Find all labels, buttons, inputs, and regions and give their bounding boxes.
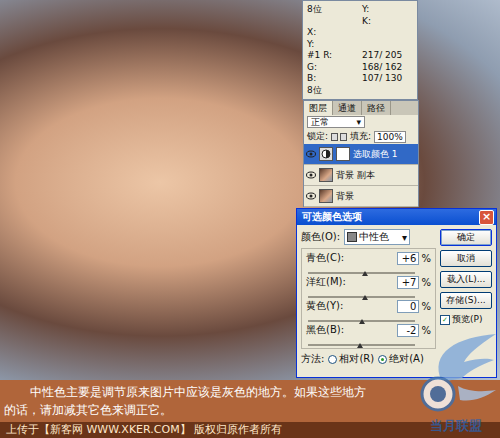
- value-field[interactable]: +7: [397, 276, 419, 289]
- blend-select[interactable]: 正常▾: [307, 116, 365, 128]
- info-value: [362, 39, 413, 51]
- info-panel: 8位Y:K:X:Y:#1 R:217/ 205G:168/ 162B:107/ …: [302, 0, 418, 100]
- slider-thumb[interactable]: [359, 319, 365, 324]
- method-radio[interactable]: 绝对(A): [378, 352, 424, 366]
- color-row: 颜色(O):中性色▾: [301, 229, 436, 245]
- layer-row[interactable]: 背景: [304, 186, 418, 207]
- info-value: Y:: [362, 4, 413, 16]
- slider-group: 青色(C):+6%洋红(M):+7%黄色(Y):0%黑色(B):-2%: [301, 248, 436, 349]
- value-field[interactable]: +6: [397, 252, 419, 265]
- unit: %: [421, 277, 431, 288]
- slider-row: 洋红(M):+7%: [306, 275, 431, 298]
- panel-tab[interactable]: 路径: [362, 101, 391, 115]
- layer-thumbnail: [319, 168, 333, 182]
- layer-name: 背景: [336, 190, 354, 203]
- adjustment-icon: [321, 149, 331, 159]
- slider-thumb[interactable]: [362, 271, 368, 276]
- slider-label: 洋红(M):: [306, 275, 395, 289]
- dialog-button[interactable]: 取消: [440, 250, 492, 267]
- value-field[interactable]: 0: [397, 300, 419, 313]
- dialog-button[interactable]: 确定: [440, 229, 492, 246]
- info-label: 8位: [307, 4, 358, 16]
- eye-icon[interactable]: [306, 150, 316, 158]
- info-value: 107/ 130: [362, 73, 413, 85]
- footer: 上传于【新客网 WWW.XKER.COM】 版权归原作者所有: [0, 422, 500, 438]
- lock-row: 锁定:填充:100%: [304, 129, 418, 144]
- photo: 8位Y:K:X:Y:#1 R:217/ 205G:168/ 162B:107/ …: [0, 0, 500, 380]
- info-label: [307, 16, 358, 28]
- method-row: 方法:相对(R)绝对(A): [301, 352, 436, 366]
- panel-tab[interactable]: 通道: [333, 101, 362, 115]
- svg-text:当月联盟: 当月联盟: [430, 418, 482, 433]
- info-label: B:: [307, 73, 358, 85]
- layers-panel: 图层通道路径正常▾锁定:填充:100% 选取颜色 1 背景 副本背景: [303, 100, 419, 207]
- eye-icon[interactable]: [306, 171, 316, 179]
- page: 8位Y:K:X:Y:#1 R:217/ 205G:168/ 162B:107/ …: [0, 0, 500, 438]
- swatch-icon: [347, 232, 357, 242]
- slider-label: 黑色(B):: [306, 323, 395, 337]
- layer-name: 背景 副本: [336, 169, 375, 182]
- panel-tabs: 图层通道路径: [304, 101, 418, 115]
- layer-row[interactable]: 选取颜色 1: [304, 144, 418, 165]
- dropdown-icon: ▾: [356, 117, 361, 127]
- slider-track[interactable]: [308, 337, 415, 346]
- method-radio[interactable]: 相对(R): [328, 352, 374, 366]
- info-value: 168/ 162: [362, 62, 413, 74]
- close-button[interactable]: ×: [479, 210, 494, 225]
- panel-tab[interactable]: 图层: [304, 101, 333, 115]
- title-bar: 可选颜色选项 ×: [297, 209, 496, 225]
- dropdown-icon: ▾: [402, 232, 407, 243]
- layer-row[interactable]: 背景 副本: [304, 165, 418, 186]
- fill-field[interactable]: 100%: [374, 131, 406, 143]
- layer-thumbnail: [319, 147, 333, 161]
- lock-icon[interactable]: [331, 133, 347, 141]
- dialog-button[interactable]: 存储(S)...: [440, 292, 492, 309]
- color-select[interactable]: 中性色▾: [344, 229, 410, 245]
- eye-icon[interactable]: [306, 192, 316, 200]
- info-label: 8位: [307, 85, 358, 97]
- info-value: 217/ 205: [362, 50, 413, 62]
- layer-thumbnail: [319, 189, 333, 203]
- unit: %: [421, 301, 431, 312]
- layer-name: 选取颜色 1: [353, 148, 398, 161]
- unit: %: [421, 253, 431, 264]
- info-label: G:: [307, 62, 358, 74]
- form: 颜色(O):中性色▾青色(C):+6%洋红(M):+7%黄色(Y):0%黑色(B…: [301, 229, 436, 373]
- slider-label: 青色(C):: [306, 251, 395, 265]
- slider-row: 黄色(Y):0%: [306, 299, 431, 322]
- preview-checkbox[interactable]: 预览(P): [440, 313, 492, 326]
- info-label: X:: [307, 27, 358, 39]
- dialog-title: 可选颜色选项: [302, 210, 362, 224]
- info-label: Y:: [307, 39, 358, 51]
- slider-track[interactable]: [308, 313, 415, 322]
- info-value: K:: [362, 16, 413, 28]
- watermark-logo-icon: 当月联盟: [398, 332, 498, 436]
- slider-track[interactable]: [308, 265, 415, 274]
- slider-row: 青色(C):+6%: [306, 251, 431, 274]
- slider-thumb[interactable]: [362, 295, 368, 300]
- slider-thumb[interactable]: [357, 343, 363, 348]
- slider-label: 黄色(Y):: [306, 299, 395, 313]
- unit: %: [421, 325, 431, 336]
- caption-line: 的话，请加减其它色来调正它。: [4, 401, 496, 419]
- info-label: #1 R:: [307, 50, 358, 62]
- slider-row: 黑色(B):-2%: [306, 323, 431, 346]
- dialog-button[interactable]: 载入(L)...: [440, 271, 492, 288]
- layer-mask: [336, 147, 350, 161]
- slider-track[interactable]: [308, 289, 415, 298]
- blend-row: 正常▾: [304, 115, 418, 129]
- value-field[interactable]: -2: [397, 324, 419, 337]
